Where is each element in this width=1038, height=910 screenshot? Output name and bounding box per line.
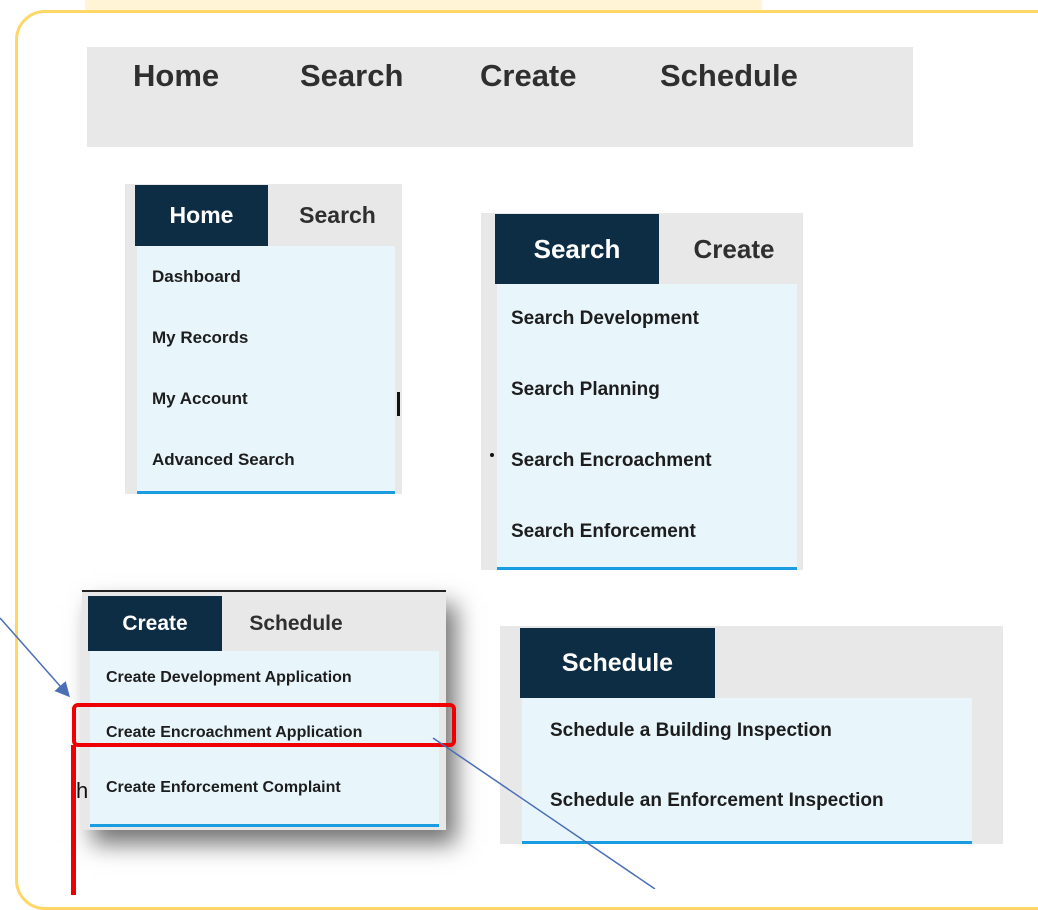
arrow-from-highlight bbox=[432, 737, 656, 889]
arrow-to-highlight bbox=[0, 617, 70, 698]
annotation-arrows bbox=[0, 617, 656, 889]
